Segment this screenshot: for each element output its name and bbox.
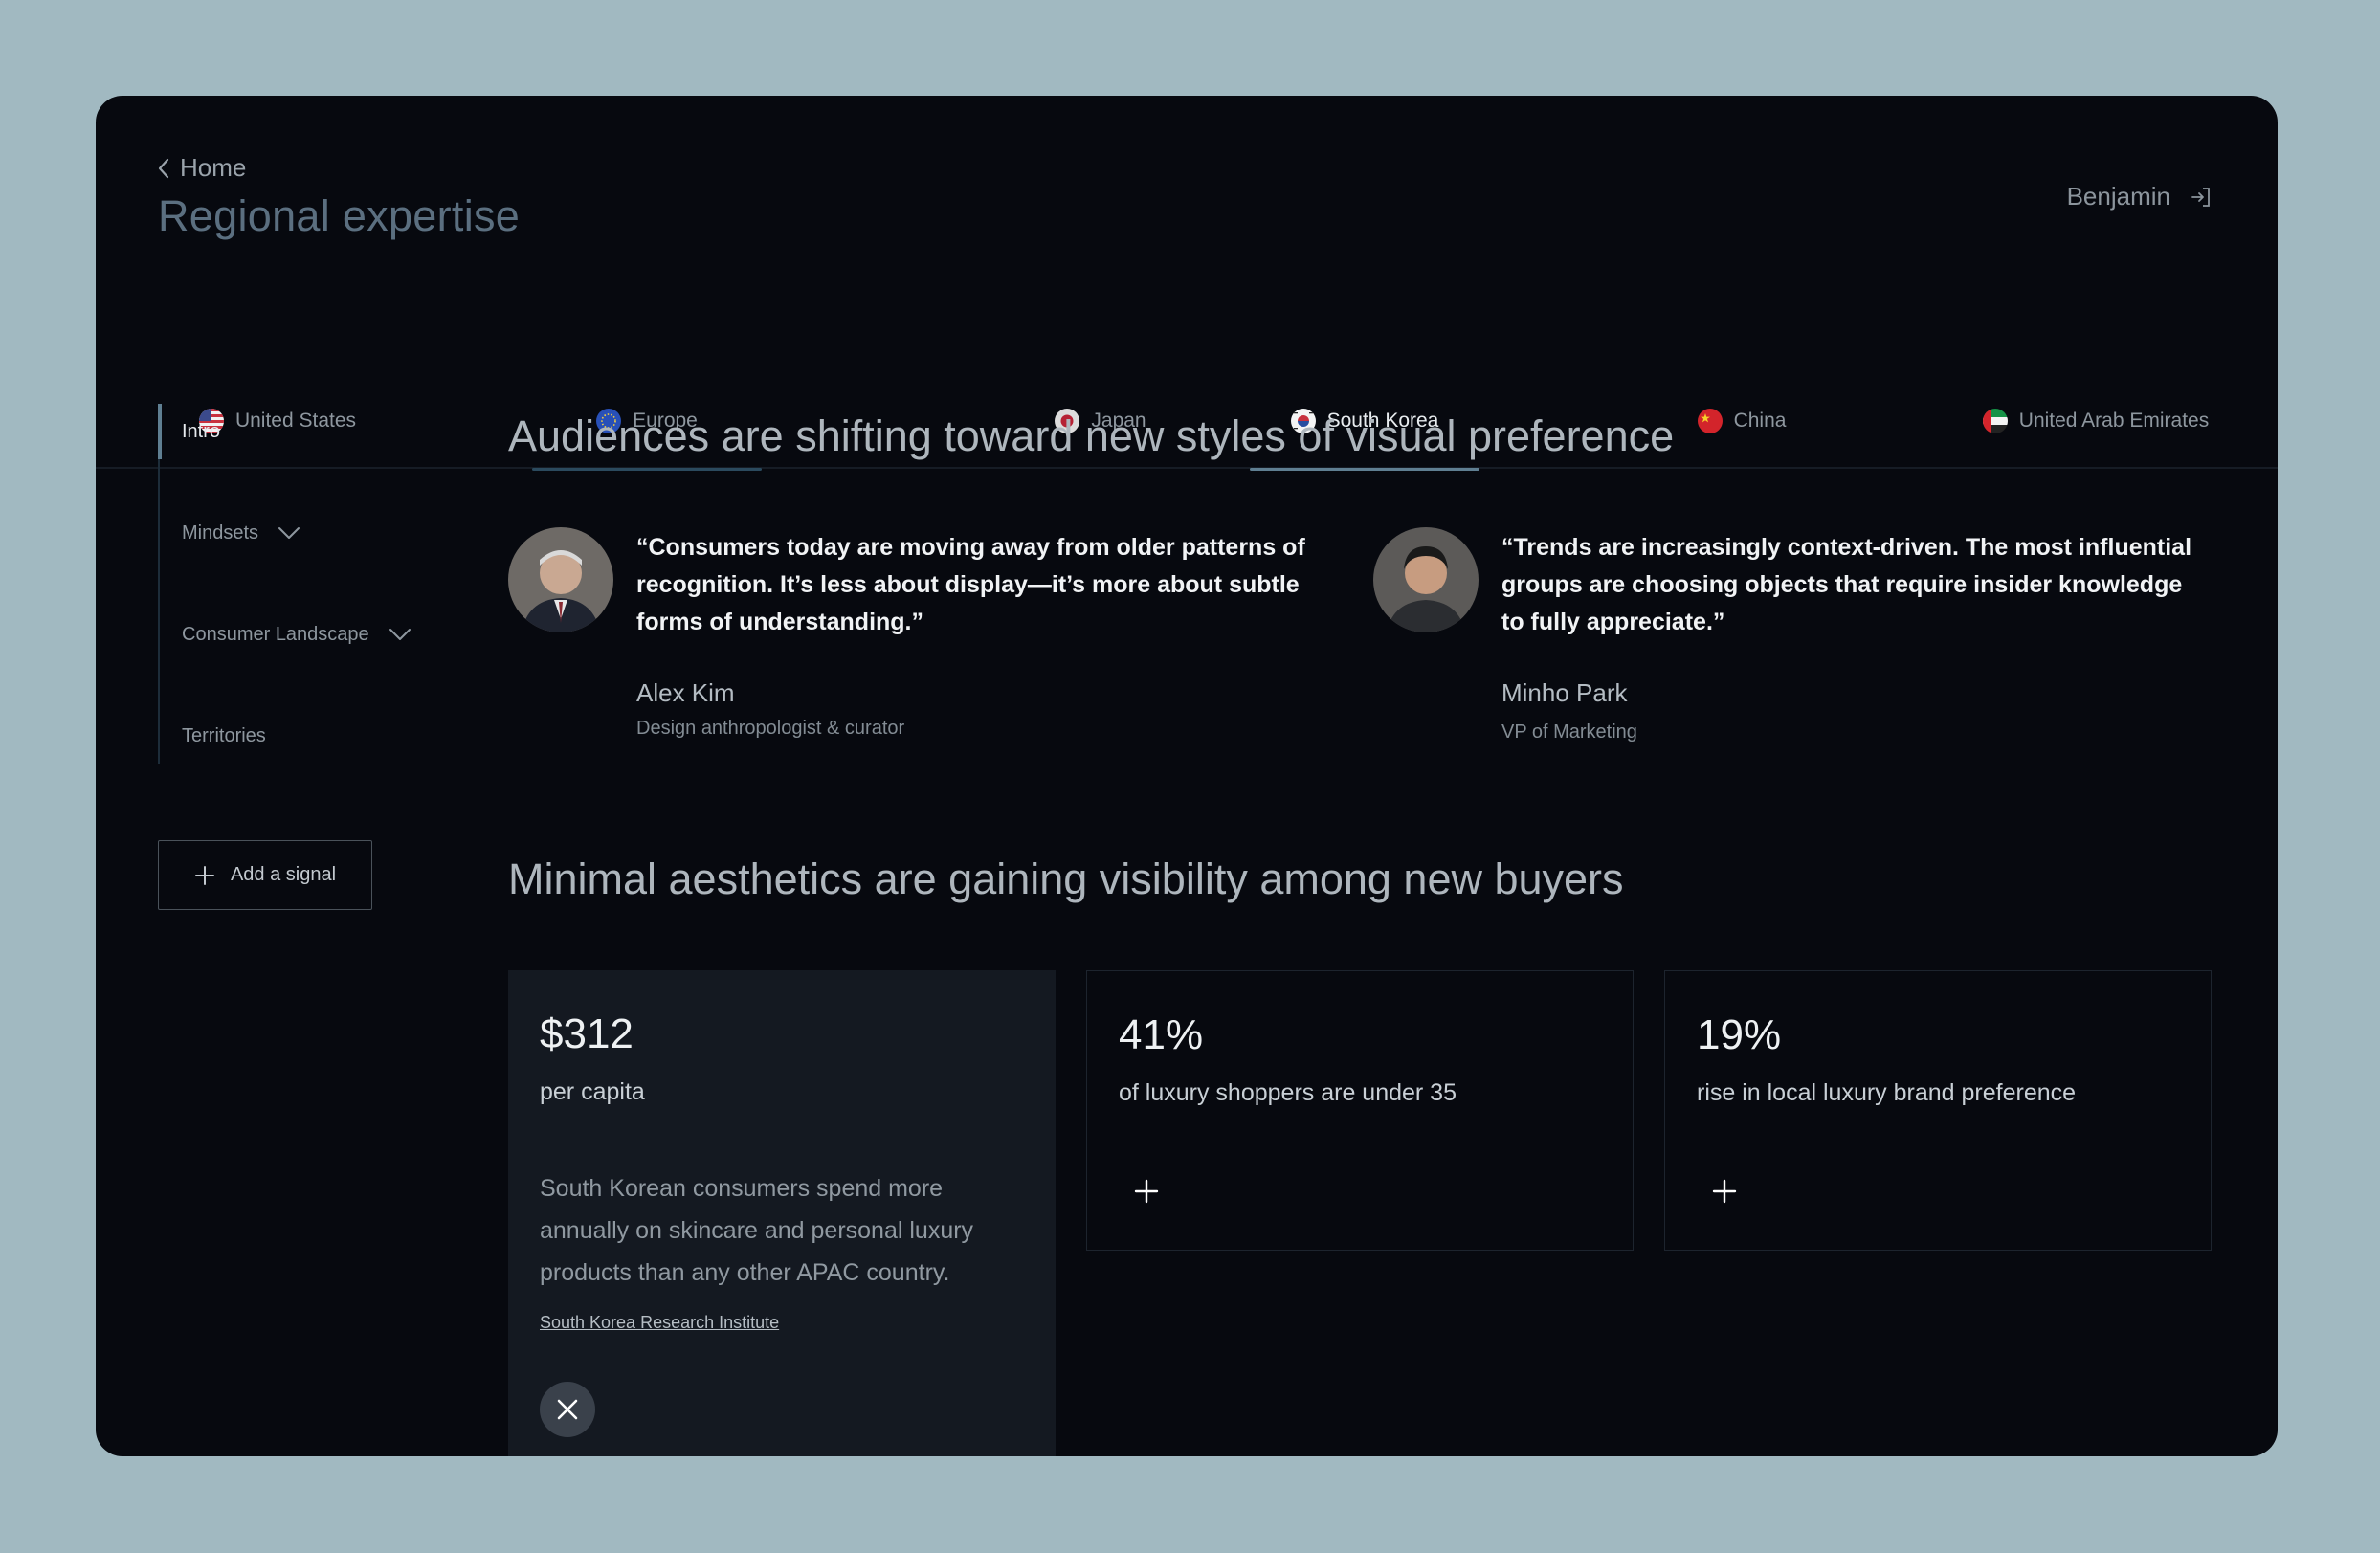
avatar xyxy=(1373,527,1479,632)
stat-description: South Korean consumers spend more annual… xyxy=(540,1175,974,1286)
sidebar-spacer xyxy=(158,459,445,505)
quote-text: “Trends are increasingly context-driven.… xyxy=(1501,534,2192,635)
sidebar-item-intro[interactable]: Intro xyxy=(158,404,445,459)
user-menu[interactable]: Benjamin xyxy=(2067,182,2213,211)
expand-card-button[interactable] xyxy=(1705,1172,1744,1210)
quote-author-role: VP of Marketing xyxy=(1501,721,1637,743)
sidebar-item-label: Intro xyxy=(182,420,221,442)
tab-label: China xyxy=(1733,410,1787,432)
tab-united-arab-emirates[interactable]: United Arab Emirates xyxy=(1952,373,2239,469)
page-title: Regional expertise xyxy=(158,191,521,240)
sidebar-spacer xyxy=(158,662,445,708)
stat-card-expanded: $312 per capita South Korean consumers s… xyxy=(508,970,1056,1456)
audiences-section-title: Audiences are shifting toward new styles… xyxy=(508,411,1675,460)
add-signal-label: Add a signal xyxy=(230,864,337,885)
stat-value: 41% xyxy=(1119,1011,1204,1058)
sidebar-item-mindsets[interactable]: Mindsets xyxy=(158,505,445,561)
aesthetics-section-title: Minimal aesthetics are gaining visibilit… xyxy=(508,854,1624,903)
china-flag-icon xyxy=(1697,409,1723,433)
expand-card-button[interactable] xyxy=(1127,1172,1166,1210)
chevron-down-icon xyxy=(278,527,300,539)
plus-icon xyxy=(194,865,214,885)
stat-value: $312 xyxy=(540,1010,634,1057)
chevron-left-icon xyxy=(158,158,169,178)
quote-author-name: Minho Park xyxy=(1501,678,1628,707)
home-back-link[interactable]: Home xyxy=(155,153,246,183)
stat-label: of luxury shoppers are under 35 xyxy=(1119,1079,1457,1106)
avatar xyxy=(508,527,613,632)
app-window: Home Regional expertise Benjamin United … xyxy=(96,96,2278,1456)
chevron-down-icon xyxy=(389,629,411,640)
sidebar-item-consumer-landscape[interactable]: Consumer Landscape xyxy=(158,607,445,662)
tab-active-indicator xyxy=(1250,468,1479,471)
quote-author-name: Alex Kim xyxy=(636,678,735,707)
collapse-card-button[interactable] xyxy=(540,1382,595,1437)
tab-label: United Arab Emirates xyxy=(2018,410,2210,432)
sign-out-icon[interactable] xyxy=(2190,186,2213,209)
stat-value: 19% xyxy=(1697,1011,1782,1058)
stat-source-link[interactable]: South Korea Research Institute xyxy=(540,1313,779,1333)
user-name: Benjamin xyxy=(2066,182,2170,211)
sidebar-spacer xyxy=(158,561,445,607)
stat-label: rise in local luxury brand preference xyxy=(1697,1079,2077,1106)
back-label: Home xyxy=(180,153,247,182)
plus-icon xyxy=(1712,1179,1737,1204)
stat-card[interactable]: 19% rise in local luxury brand preferenc… xyxy=(1664,970,2212,1251)
quote-text: “Consumers today are moving away from ol… xyxy=(636,534,1305,635)
plus-icon xyxy=(1134,1179,1159,1204)
stat-label: per capita xyxy=(540,1078,645,1105)
sidebar-item-label: Mindsets xyxy=(182,521,259,544)
add-signal-button[interactable]: Add a signal xyxy=(158,840,372,910)
tab-hover-indicator xyxy=(532,468,762,471)
uae-flag-icon xyxy=(1982,409,2008,433)
quote-author-role: Design anthropologist & curator xyxy=(636,718,905,739)
tab-china[interactable]: China xyxy=(1665,373,1818,469)
sidebar-item-territories[interactable]: Territories xyxy=(158,708,445,764)
close-icon xyxy=(557,1399,578,1420)
sidebar-item-label: Territories xyxy=(182,724,266,746)
stat-card[interactable]: 41% of luxury shoppers are under 35 xyxy=(1086,970,1634,1251)
sidebar-item-label: Consumer Landscape xyxy=(182,623,369,645)
